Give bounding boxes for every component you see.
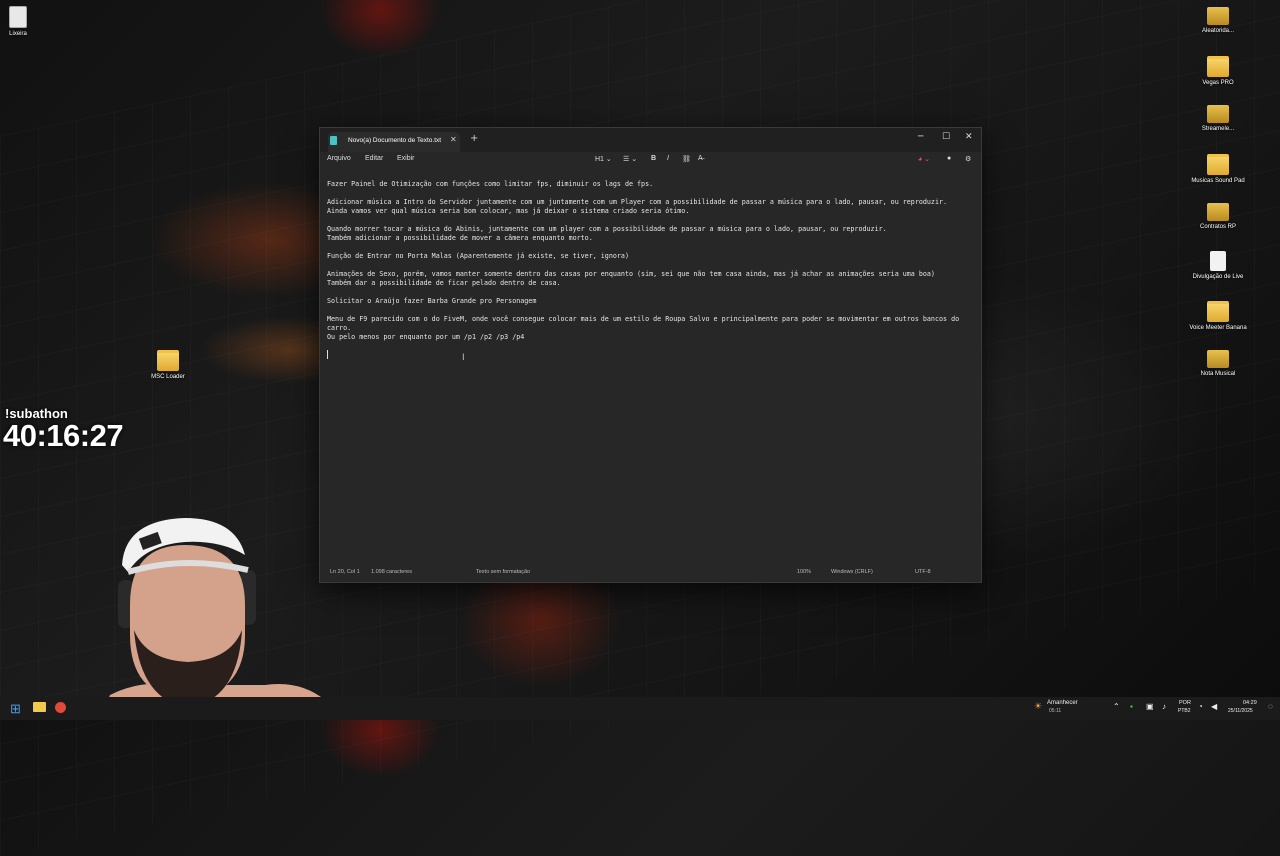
status-bar: Ln 20, Col 1 1.098 caracteres Texto sem … bbox=[320, 563, 981, 582]
heading-label: H1 bbox=[595, 156, 604, 163]
text-line: Ainda vamos ver qual música seria bom co… bbox=[327, 207, 690, 215]
desktop-icon-label: Streamele... bbox=[1201, 126, 1235, 132]
text-line: Fazer Painel de Otimização com funções c… bbox=[327, 180, 654, 188]
chrome-icon[interactable] bbox=[55, 702, 66, 713]
text-line: Ou pelo menos por enquanto por um /p1 /p… bbox=[327, 333, 525, 341]
start-button[interactable]: ⊞ bbox=[10, 701, 21, 717]
wifi-icon[interactable]: ◔ bbox=[1198, 702, 1203, 711]
desktop-icon-label: Musicas Sound Pad bbox=[1191, 178, 1245, 184]
menu-editar[interactable]: Editar bbox=[365, 155, 383, 162]
desktop-icon-vegas-pro[interactable]: Vegas PRO bbox=[1188, 56, 1248, 87]
desktop-icon-musicas-sound-pad[interactable]: Musicas Sound Pad bbox=[1188, 154, 1248, 185]
folder-icon bbox=[1207, 56, 1229, 77]
desktop-icon-label: Nota Musical bbox=[1200, 371, 1236, 377]
text-line: Quando morrer tocar a música do Abinis, … bbox=[327, 225, 887, 233]
close-tab-icon[interactable]: ✕ bbox=[450, 135, 457, 144]
account-avatar[interactable]: ● bbox=[947, 155, 951, 162]
zoom-level[interactable]: 100% bbox=[797, 569, 811, 575]
desktop-icon-label: Aleatorida... bbox=[1201, 28, 1235, 34]
menu-exibir[interactable]: Exibir bbox=[397, 155, 415, 162]
cursor-position: Ln 20, Col 1 bbox=[330, 569, 360, 575]
desktop-icon-aleatorida[interactable]: Aleatorida... bbox=[1188, 7, 1248, 35]
desktop-icon-label: Vegas PRO bbox=[1202, 80, 1234, 86]
desktop-icon-label: Lixeira bbox=[9, 31, 27, 37]
clock-time[interactable]: 04:29 bbox=[1243, 700, 1257, 706]
folder-icon bbox=[1207, 154, 1229, 175]
bold-button[interactable]: B bbox=[651, 155, 656, 162]
character-count: 1.098 caracteres bbox=[371, 569, 412, 575]
ibeam-cursor-icon: I bbox=[462, 353, 465, 363]
tab-title: Novo(a) Documento de Texto.txt bbox=[348, 137, 442, 144]
text-file-icon bbox=[1210, 251, 1226, 271]
webcam-overlay bbox=[100, 518, 335, 720]
desktop-icon-msc-loader[interactable]: MSC Loader bbox=[138, 350, 198, 381]
clock-date: 25/11/2025 bbox=[1228, 708, 1253, 714]
network-icon[interactable]: ▣ bbox=[1146, 702, 1154, 711]
desktop-icon-streamele[interactable]: Streamele... bbox=[1188, 105, 1248, 133]
menu-bar: Arquivo Editar Exibir H1 ⌄ ☰ ⌄ B I ⛓ A̶ … bbox=[320, 152, 981, 172]
text-editor[interactable]: Fazer Painel de Otimização com funções c… bbox=[320, 172, 981, 563]
desktop-icon-voice-meeter-banana[interactable]: Voice Meeter Banana bbox=[1188, 301, 1248, 332]
volume-icon[interactable]: ◀ bbox=[1211, 702, 1217, 711]
text-line: Solicitar o Araújo fazer Barba Grande pr… bbox=[327, 297, 537, 305]
folder-icon bbox=[1207, 350, 1229, 368]
notification-bell-icon[interactable]: ◌ bbox=[1268, 702, 1273, 711]
title-bar[interactable]: Novo(a) Documento de Texto.txt ✕ + ─ ☐ ✕ bbox=[320, 128, 981, 152]
microphone-icon[interactable]: ♪ bbox=[1162, 702, 1166, 711]
text-line: Animações de Sexo, porém, vamos manter s… bbox=[327, 270, 935, 278]
minimize-button[interactable]: ─ bbox=[918, 132, 923, 142]
taskbar: ⊞ ☀ Amanhecer 05:11 ⌃ ▪ ▣ ♪ POR PTB2 ◔ ◀… bbox=[0, 697, 1280, 720]
desktop-icon-contratos-rp[interactable]: Contratos RP bbox=[1188, 203, 1248, 231]
weather-icon: ☀ bbox=[1034, 701, 1043, 711]
notepad-window[interactable]: Novo(a) Documento de Texto.txt ✕ + ─ ☐ ✕… bbox=[319, 127, 982, 583]
folder-icon bbox=[1207, 7, 1229, 25]
weather-time: 05:11 bbox=[1049, 708, 1062, 714]
desktop-icon-nota-musical[interactable]: Nota Musical bbox=[1188, 350, 1248, 378]
new-tab-button[interactable]: + bbox=[470, 133, 478, 144]
notepad-icon bbox=[330, 136, 337, 145]
list-dropdown[interactable]: ☰ ⌄ bbox=[623, 155, 637, 163]
text-line: Menu de F9 parecido com o do FiveM, onde… bbox=[327, 315, 960, 323]
folder-icon bbox=[157, 350, 179, 371]
file-explorer-icon[interactable] bbox=[33, 702, 46, 712]
text-line: carro. bbox=[327, 324, 352, 332]
keyboard-layout: PTB2 bbox=[1178, 708, 1191, 714]
desktop-icon-divulgacao-de-live[interactable]: Divulgação de Live bbox=[1188, 251, 1248, 281]
subathon-timer: 40:16:27 bbox=[3, 418, 124, 453]
tab-document[interactable]: Novo(a) Documento de Texto.txt ✕ bbox=[328, 132, 460, 152]
desktop-icon-label: Divulgação de Live bbox=[1192, 274, 1244, 280]
close-window-button[interactable]: ✕ bbox=[965, 132, 973, 142]
link-icon[interactable]: ⛓ bbox=[682, 155, 691, 163]
recycle-bin-icon bbox=[9, 6, 27, 28]
desktop-icon-label: Voice Meeter Banana bbox=[1189, 325, 1247, 331]
settings-icon[interactable]: ⚙ bbox=[965, 155, 971, 163]
maximize-button[interactable]: ☐ bbox=[942, 132, 950, 142]
menu-arquivo[interactable]: Arquivo bbox=[327, 155, 351, 162]
language-indicator[interactable]: POR bbox=[1179, 700, 1191, 706]
italic-button[interactable]: I bbox=[667, 155, 669, 162]
line-endings: Windows (CRLF) bbox=[831, 569, 873, 575]
nvidia-icon[interactable]: ▪ bbox=[1130, 702, 1133, 711]
weather-label[interactable]: Amanhecer bbox=[1047, 700, 1078, 706]
text-line: Também dar a possibilidade de ficar pela… bbox=[327, 279, 561, 287]
chevron-up-icon[interactable]: ⌃ bbox=[1113, 702, 1120, 711]
desktop-icon-label: Contratos RP bbox=[1199, 224, 1236, 230]
text-caret bbox=[327, 350, 328, 359]
copilot-icon[interactable]: ◕ ⌄ bbox=[918, 155, 930, 163]
text-line: Também adicionar a possibilidade de move… bbox=[327, 234, 593, 242]
clear-formatting-icon[interactable]: A̶ bbox=[698, 155, 703, 162]
desktop-icon-label: MSC Loader bbox=[151, 374, 185, 380]
text-line: Função de Entrar no Porta Malas (Aparent… bbox=[327, 252, 629, 260]
desktop-icon-recycle-bin[interactable]: Lixeira bbox=[0, 6, 48, 38]
encoding: UTF-8 bbox=[915, 569, 931, 575]
folder-icon bbox=[1207, 203, 1229, 221]
folder-icon bbox=[1207, 301, 1229, 322]
folder-icon bbox=[1207, 105, 1229, 123]
text-line: Adicionar música a Intro do Servidor jun… bbox=[327, 198, 948, 206]
format-mode: Texto sem formatação bbox=[476, 569, 531, 575]
heading-dropdown[interactable]: H1 ⌄ bbox=[595, 155, 612, 163]
